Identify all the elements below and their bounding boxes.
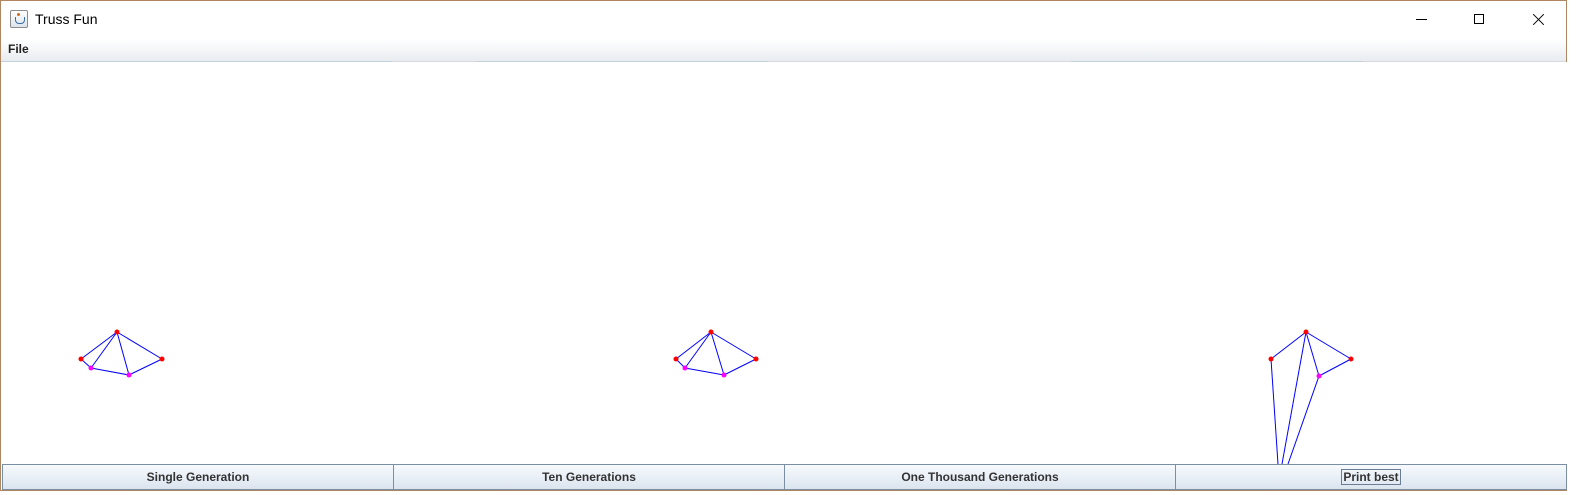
menu-file[interactable]: File	[8, 42, 29, 56]
truss-member	[128, 358, 163, 376]
fixed-node	[1348, 356, 1354, 362]
free-node	[721, 372, 727, 378]
fixed-node	[1268, 356, 1274, 362]
free-node	[1316, 373, 1322, 379]
truss-member	[675, 331, 712, 360]
truss-member	[684, 367, 725, 376]
ten-generations-label: Ten Generations	[542, 470, 636, 484]
truss-member	[90, 367, 130, 376]
truss-member	[1318, 358, 1352, 377]
free-node	[682, 365, 688, 371]
minimize-icon[interactable]	[1393, 1, 1451, 38]
truss-3	[1268, 329, 1354, 464]
print-best-button[interactable]: Print best	[1175, 464, 1567, 490]
fixed-node	[1303, 329, 1309, 335]
truss-1	[78, 329, 165, 378]
menu-bar: File	[1, 39, 1566, 62]
fixed-node	[114, 329, 120, 335]
fixed-node	[159, 356, 165, 362]
fixed-node	[753, 356, 759, 362]
truss-canvas[interactable]	[2, 62, 1567, 464]
print-best-label: Print best	[1341, 469, 1401, 485]
button-bar: Single Generation Ten Generations One Th…	[2, 464, 1567, 491]
truss-member	[80, 331, 118, 360]
truss-2	[673, 329, 759, 378]
truss-member	[90, 331, 118, 369]
ten-generations-button[interactable]: Ten Generations	[393, 464, 785, 490]
truss-drawing	[78, 329, 1354, 464]
title-bar[interactable]: Truss Fun	[1, 1, 1566, 39]
single-generation-button[interactable]: Single Generation	[2, 464, 394, 490]
maximize-icon[interactable]	[1451, 1, 1509, 38]
fixed-node	[78, 356, 84, 362]
application-window: Truss Fun File Single Generation Ten Gen…	[0, 0, 1567, 491]
single-generation-label: Single Generation	[146, 470, 250, 484]
truss-member	[684, 331, 712, 369]
fixed-node	[673, 356, 679, 362]
truss-member	[1270, 358, 1279, 464]
java-app-icon	[10, 10, 28, 28]
window-title: Truss Fun	[35, 11, 98, 27]
free-node	[88, 365, 94, 371]
close-icon[interactable]	[1509, 1, 1567, 38]
truss-member	[1281, 331, 1307, 464]
truss-member	[723, 358, 757, 376]
one-thousand-generations-label: One Thousand Generations	[901, 470, 1059, 484]
free-node	[126, 372, 132, 378]
one-thousand-generations-button[interactable]: One Thousand Generations	[784, 464, 1176, 490]
truss-member	[1270, 331, 1307, 360]
truss-member	[1287, 375, 1320, 464]
fixed-node	[708, 329, 714, 335]
